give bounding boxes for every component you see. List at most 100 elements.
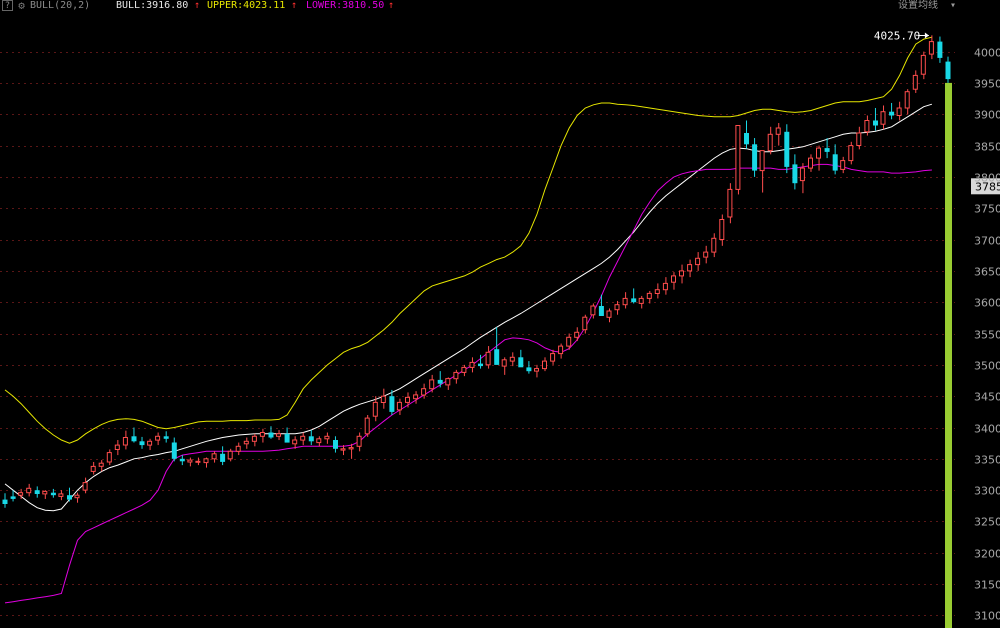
candle: [606, 308, 612, 323]
candlestick-chart[interactable]: 4025.703785 4000395039003850380037503700…: [0, 0, 1000, 628]
candle-body: [873, 120, 878, 126]
candle: [542, 357, 547, 372]
candle: [687, 259, 693, 278]
tick-label: 3200: [974, 548, 1000, 561]
candle: [58, 490, 64, 501]
tick-label: 3100: [974, 610, 1000, 623]
candle-body: [711, 237, 717, 253]
candle-body: [784, 131, 790, 167]
candle: [928, 35, 934, 60]
candle-body: [421, 388, 427, 396]
candle-body: [26, 487, 32, 494]
candle-body: [340, 448, 346, 451]
candle-body: [695, 257, 701, 266]
candle-body: [808, 157, 813, 169]
candle: [251, 433, 257, 447]
candle: [509, 352, 515, 367]
candle-body: [501, 359, 507, 367]
candle-body: [775, 127, 781, 135]
tick-label: 3150: [974, 579, 1000, 592]
candle-body: [816, 147, 821, 159]
candle: [405, 392, 410, 408]
candle: [445, 377, 451, 390]
candle-body: [799, 167, 805, 182]
candle: [187, 457, 193, 467]
candle: [469, 357, 475, 373]
candle-body: [582, 316, 588, 331]
candle: [147, 438, 153, 451]
candle-body: [889, 111, 895, 116]
candle: [824, 138, 830, 159]
candle-body: [429, 379, 435, 390]
candle-body: [550, 353, 556, 362]
candle: [364, 414, 370, 437]
candle-body: [566, 336, 572, 347]
candle-body: [671, 275, 676, 283]
candle-body: [187, 459, 193, 463]
candle: [437, 371, 443, 388]
candle: [856, 126, 862, 150]
candle-body: [832, 154, 838, 171]
candle: [114, 440, 120, 456]
candle-body: [276, 433, 281, 437]
candle-body: [896, 107, 902, 116]
candle-body: [703, 251, 709, 258]
candle-body: [324, 435, 330, 440]
tick-label: 3750: [974, 203, 1000, 216]
candle: [784, 124, 790, 174]
candle-body: [333, 440, 338, 449]
candle: [873, 107, 878, 131]
candle-body: [840, 160, 846, 170]
candle: [292, 436, 298, 449]
tick-label: 3450: [974, 391, 1000, 404]
candle: [171, 437, 177, 462]
bollinger-bands: [4, 36, 933, 604]
candle: [26, 483, 32, 497]
tick-label: 3550: [974, 329, 1000, 342]
candle: [316, 436, 322, 447]
candle-body: [478, 363, 483, 367]
candle: [767, 126, 773, 155]
candle: [348, 443, 354, 459]
candle: [912, 70, 918, 93]
candle-body: [679, 270, 684, 277]
candle: [494, 327, 500, 365]
lower-band-line: [4, 163, 932, 604]
candle: [744, 120, 749, 149]
candle-body: [606, 310, 612, 318]
candle: [799, 163, 805, 194]
candle-body: [485, 351, 491, 366]
candle: [179, 455, 185, 466]
candle-body: [106, 452, 112, 463]
candle: [695, 252, 701, 271]
candle-body: [654, 289, 660, 295]
candle-body: [10, 496, 16, 499]
candle-body: [494, 349, 500, 365]
candle: [163, 431, 169, 443]
candle: [106, 449, 112, 466]
candle-body: [558, 345, 564, 355]
candle: [155, 432, 161, 446]
candle-body: [259, 432, 265, 437]
candle: [752, 138, 758, 177]
grid-lines: [0, 52, 955, 616]
candle: [284, 427, 290, 443]
candle-body: [824, 148, 830, 152]
candle-body: [880, 111, 886, 125]
candle-body: [90, 465, 96, 472]
candle: [34, 486, 40, 498]
candle-body: [42, 490, 48, 495]
candle: [526, 361, 532, 374]
candle-body: [759, 150, 765, 172]
candle: [74, 492, 80, 503]
candle-body: [614, 304, 620, 311]
candle: [808, 154, 813, 172]
candle-body: [268, 432, 274, 438]
candle-body: [937, 41, 943, 58]
candle: [654, 283, 660, 299]
tick-label: 3700: [974, 235, 1000, 248]
candle: [131, 427, 137, 443]
candle: [485, 346, 491, 369]
candle: [518, 349, 524, 368]
candle: [889, 102, 895, 120]
